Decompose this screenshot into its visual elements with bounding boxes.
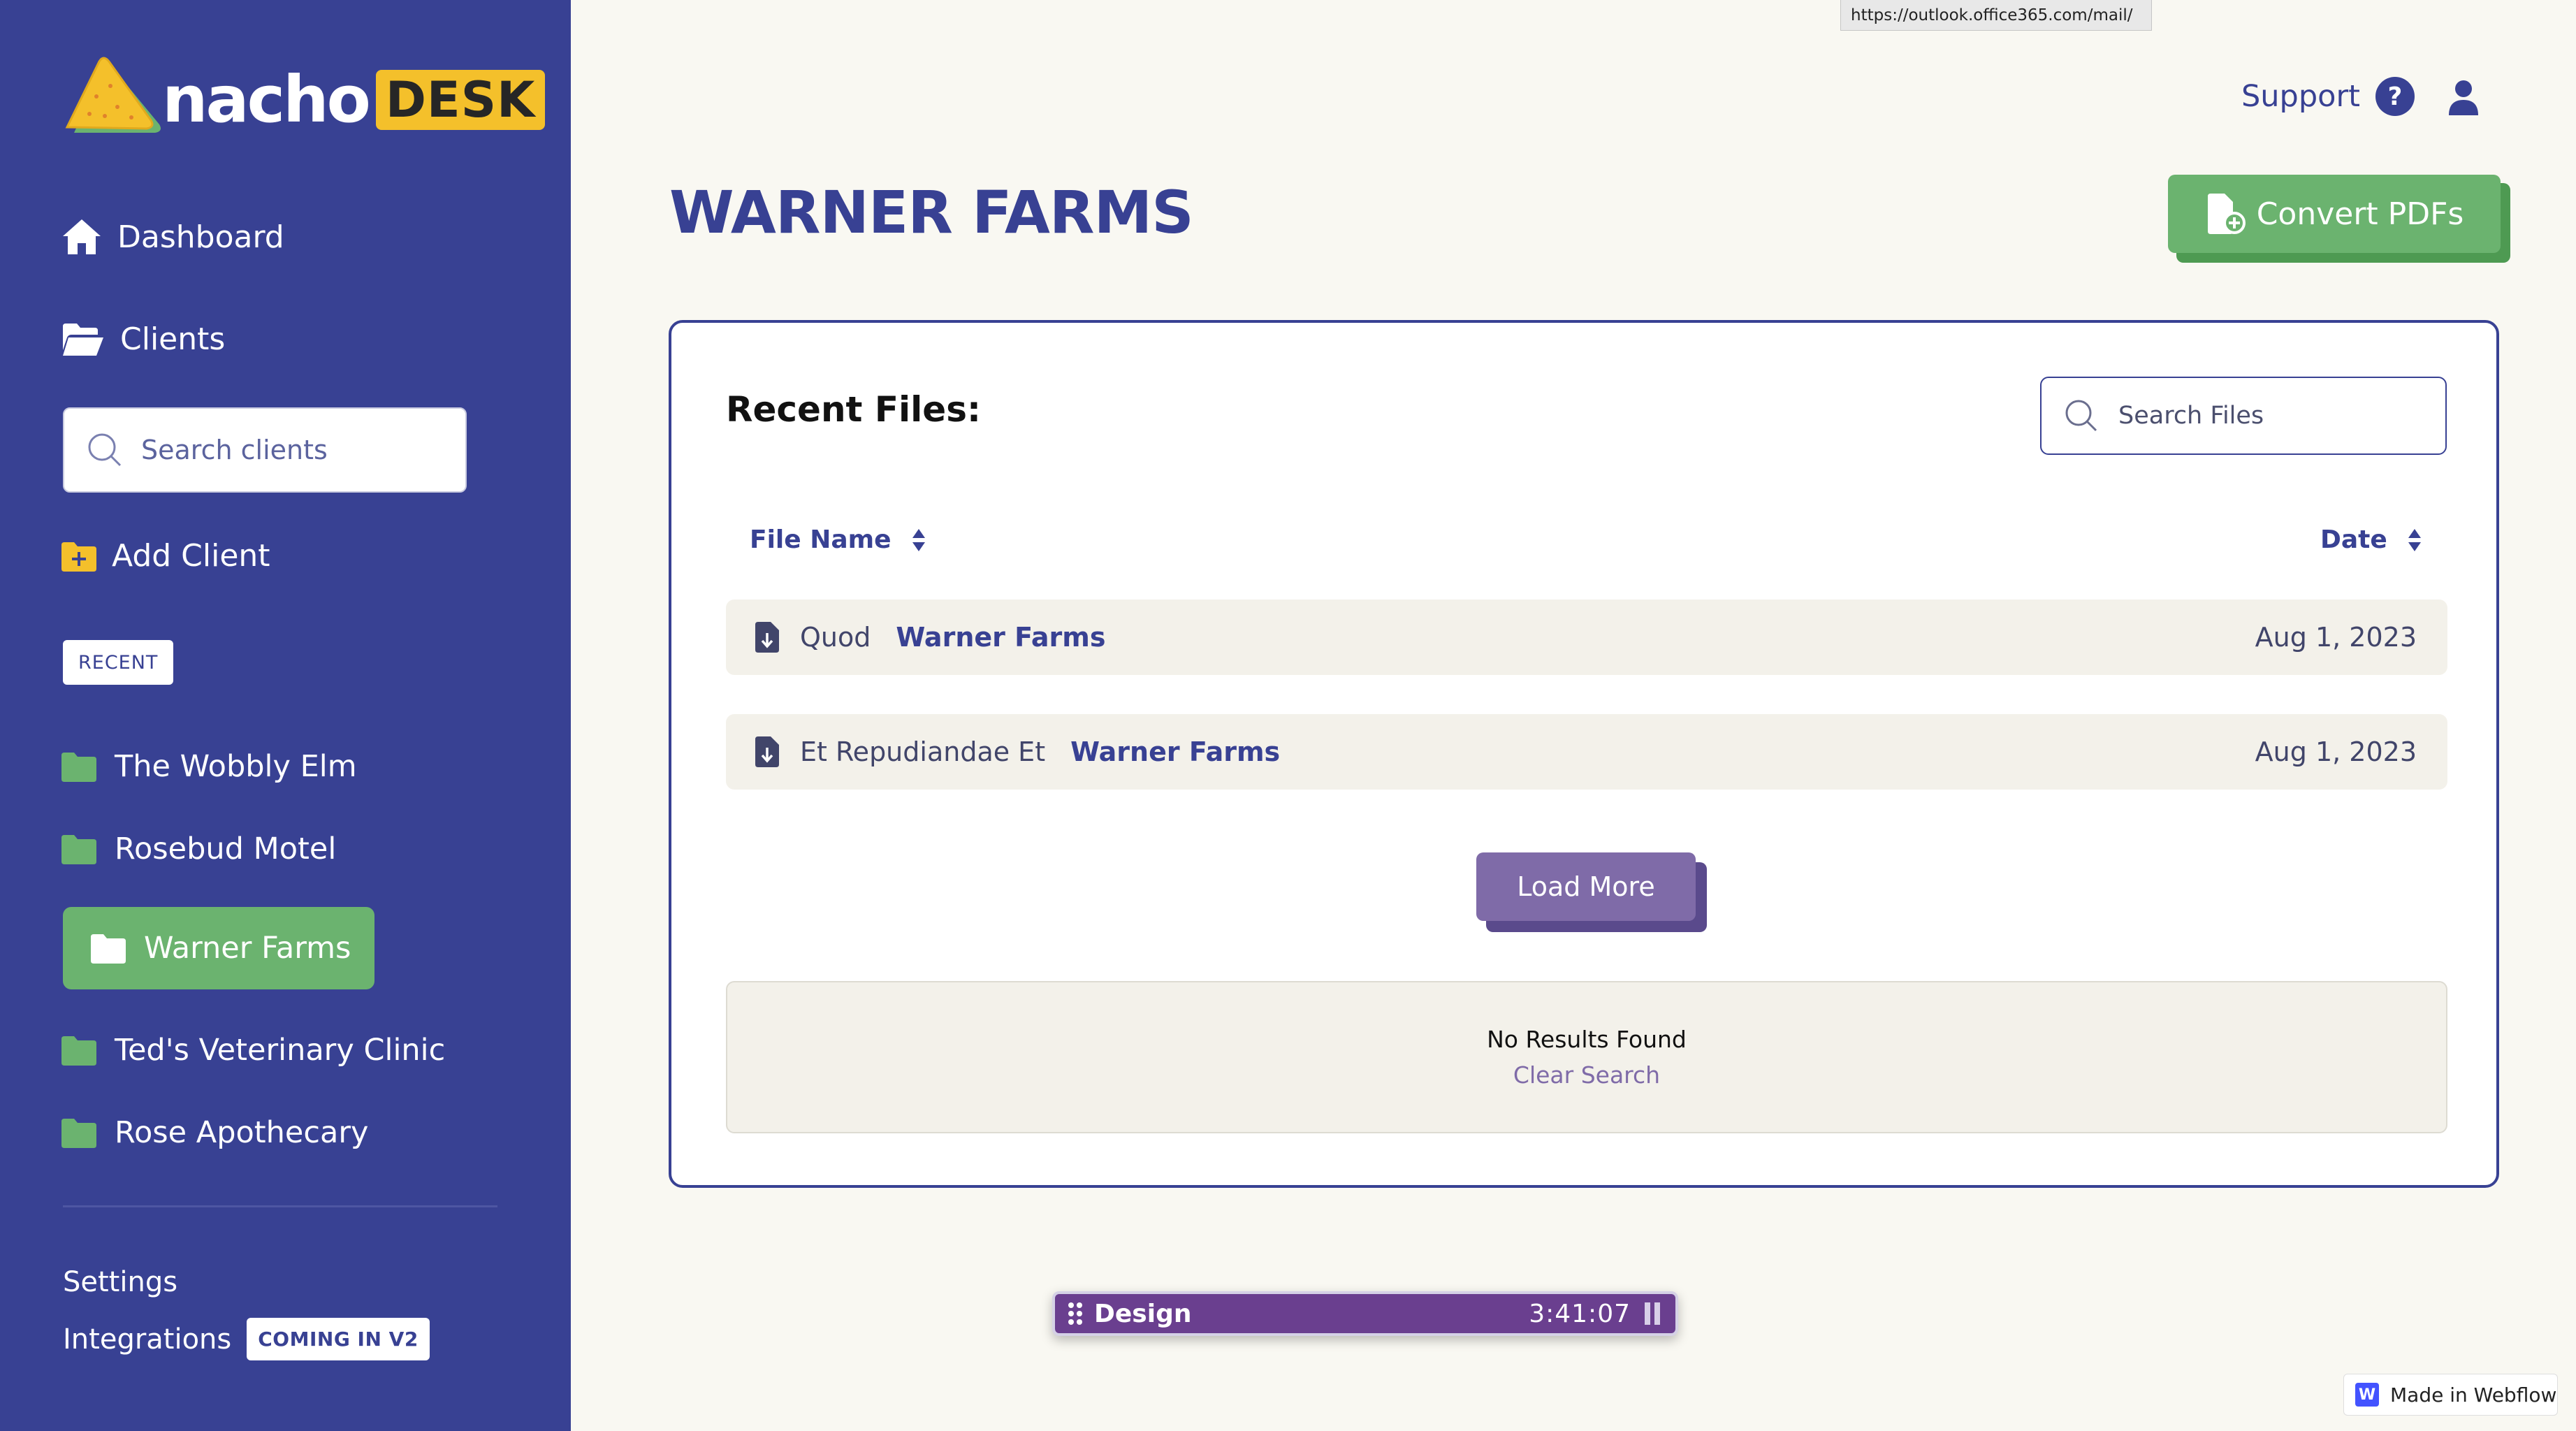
time-tracker-widget[interactable]: Design 3:41:07 <box>1052 1291 1678 1336</box>
nav-clients-label: Clients <box>120 321 226 357</box>
search-icon <box>2065 400 2097 432</box>
folder-open-icon <box>63 323 103 356</box>
client-item-label: The Wobbly Elm <box>115 749 357 784</box>
file-client: Warner Farms <box>1070 736 1281 767</box>
column-header-label: Date <box>2320 525 2387 554</box>
client-search-box[interactable] <box>63 407 467 493</box>
integrations-label: Integrations <box>63 1323 232 1356</box>
folder-icon <box>61 835 96 864</box>
logo-wordmark: nacho <box>162 62 371 137</box>
home-icon <box>63 219 101 254</box>
load-more-button-wrap: Load More <box>1476 852 1707 934</box>
webflow-badge-label: Made in Webflow <box>2390 1383 2557 1407</box>
nav-clients[interactable]: Clients <box>61 321 225 357</box>
column-header-date[interactable]: Date <box>2320 525 2422 554</box>
page-title: WARNER FARMS <box>669 178 1194 247</box>
logo[interactable]: nacho DESK <box>61 55 546 145</box>
recent-files-card: Recent Files: File Name Date Quod Warner… <box>669 320 2499 1188</box>
convert-pdfs-button[interactable]: Convert PDFs <box>2168 175 2501 253</box>
file-name: Et Repudiandae Et <box>800 736 1046 767</box>
file-download-icon <box>755 622 779 653</box>
made-in-webflow-badge[interactable]: W Made in Webflow <box>2343 1374 2558 1416</box>
client-item-label: Rosebud Motel <box>115 831 337 866</box>
client-item-teds-veterinary-clinic[interactable]: Ted's Veterinary Clinic <box>61 1033 445 1068</box>
client-item-label: Warner Farms <box>144 931 351 966</box>
client-search-input[interactable] <box>140 434 443 466</box>
client-item-label: Rose Apothecary <box>115 1115 369 1150</box>
column-header-file-name[interactable]: File Name <box>750 525 926 554</box>
webflow-logo-icon: W <box>2355 1383 2379 1407</box>
empty-state: No Results Found Clear Search <box>726 981 2447 1133</box>
sidebar-divider <box>63 1205 497 1207</box>
add-client-button[interactable]: Add Client <box>61 538 270 574</box>
no-results-message: No Results Found <box>1487 1026 1687 1053</box>
nacho-logo-icon <box>65 57 161 133</box>
recent-files-title: Recent Files: <box>726 389 981 430</box>
file-date: Aug 1, 2023 <box>2255 736 2417 767</box>
support-link[interactable]: Support ? <box>2241 77 2415 116</box>
question-icon: ? <box>2375 77 2415 116</box>
nav-dashboard[interactable]: Dashboard <box>61 218 284 256</box>
file-search-input[interactable] <box>2117 401 2427 430</box>
coming-soon-badge: COMING IN V2 <box>247 1318 430 1360</box>
convert-pdfs-label: Convert PDFs <box>2256 196 2464 232</box>
pause-icon[interactable] <box>1645 1302 1660 1325</box>
sort-icon <box>912 528 925 551</box>
timer-task-name: Design <box>1094 1299 1192 1328</box>
folder-icon <box>61 1119 96 1148</box>
file-row[interactable]: Quod Warner Farms Aug 1, 2023 <box>726 600 2447 675</box>
sidebar: nacho DESK Dashboard Clients Add Client … <box>0 0 571 1431</box>
file-download-icon <box>755 736 779 767</box>
add-client-label: Add Client <box>112 538 270 574</box>
drag-handle-icon[interactable] <box>1068 1302 1083 1325</box>
client-item-the-wobbly-elm[interactable]: The Wobbly Elm <box>61 749 357 784</box>
convert-pdfs-button-wrap: Convert PDFs <box>2168 175 2510 263</box>
add-folder-icon <box>61 542 96 572</box>
folder-icon <box>61 753 96 782</box>
file-row[interactable]: Et Repudiandae Et Warner Farms Aug 1, 20… <box>726 714 2447 790</box>
file-search-box[interactable] <box>2040 377 2447 455</box>
folder-icon <box>91 934 126 964</box>
search-icon <box>88 433 122 467</box>
folder-icon <box>61 1036 96 1066</box>
file-date: Aug 1, 2023 <box>2255 622 2417 653</box>
client-item-label: Ted's Veterinary Clinic <box>115 1033 446 1068</box>
recent-section-label: RECENT <box>63 640 174 685</box>
client-item-rosebud-motel[interactable]: Rosebud Motel <box>61 831 336 866</box>
link-url-tooltip: https://outlook.office365.com/mail/ <box>1840 0 2152 31</box>
client-item-rose-apothecary[interactable]: Rose Apothecary <box>61 1115 368 1150</box>
sort-icon <box>2408 528 2421 551</box>
nav-dashboard-label: Dashboard <box>117 219 284 255</box>
file-add-icon <box>2207 194 2246 234</box>
integrations-link[interactable]: Integrations COMING IN V2 <box>63 1318 430 1360</box>
timer-elapsed: 3:41:07 <box>1529 1299 1631 1328</box>
settings-link[interactable]: Settings <box>63 1266 177 1298</box>
column-header-label: File Name <box>750 525 892 554</box>
clear-search-link[interactable]: Clear Search <box>727 1061 2446 1089</box>
client-item-warner-farms[interactable]: Warner Farms <box>63 907 374 989</box>
logo-badge: DESK <box>375 70 546 130</box>
user-account-icon[interactable] <box>2447 79 2480 117</box>
file-client: Warner Farms <box>896 622 1106 653</box>
file-name: Quod <box>800 622 871 653</box>
support-label: Support <box>2241 79 2360 114</box>
load-more-button[interactable]: Load More <box>1476 852 1696 921</box>
